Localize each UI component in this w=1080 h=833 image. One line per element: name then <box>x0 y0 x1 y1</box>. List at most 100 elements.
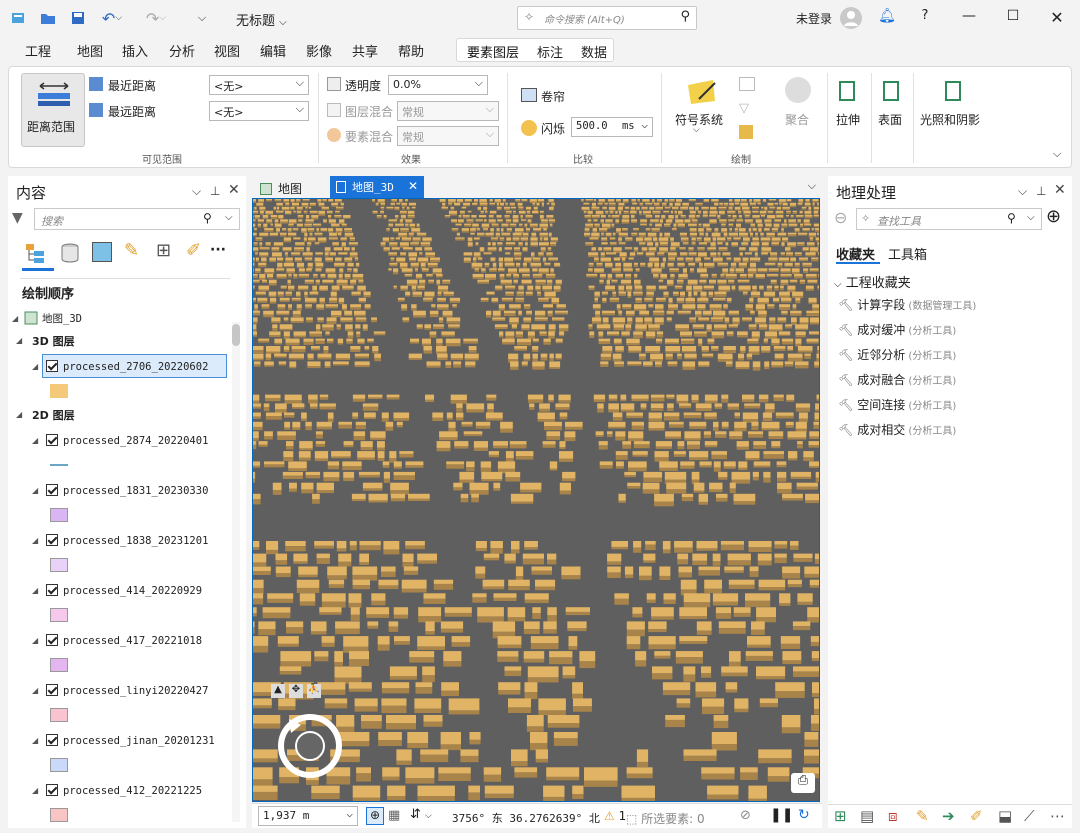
expand-layer-icon[interactable]: ◢ <box>32 486 38 495</box>
tab-view[interactable]: 视图 <box>214 41 240 61</box>
layer-visibility-checkbox[interactable] <box>46 734 58 746</box>
list-by-editing-icon[interactable]: ✎ <box>124 240 139 261</box>
layer-visibility-checkbox[interactable] <box>46 484 58 496</box>
tab-labeling[interactable]: 标注 <box>537 42 563 62</box>
tab-map-view[interactable]: 地图 <box>256 178 326 198</box>
redo-icon[interactable]: ↷ ⌵ <box>142 8 170 28</box>
avatar[interactable] <box>840 7 862 29</box>
open-folder-icon[interactable] <box>38 8 58 28</box>
login-status[interactable]: 未登录 <box>796 10 832 27</box>
selected-features-indicator[interactable]: ⬚ 所选要素: 0 <box>626 810 705 827</box>
person-view-icon[interactable]: ⛹ <box>307 684 321 698</box>
farthest-distance-select[interactable]: <无> <box>209 101 309 121</box>
scale-select[interactable]: 1,937 m <box>258 806 358 826</box>
lighting-shadow-button[interactable]: 光照和阴影 <box>920 111 980 128</box>
add-icon[interactable]: ⊕ <box>1046 206 1061 227</box>
distance-range-button[interactable]: 距离范围 <box>21 73 85 147</box>
flicker-interval-input[interactable]: 500.0 ms <box>571 117 653 137</box>
tab-list-dropdown-icon[interactable]: ⌵ <box>808 179 816 193</box>
expand-layer-icon[interactable]: ◢ <box>32 536 38 545</box>
tool-item[interactable]: 🔨︎ 计算字段 (数据管理工具) <box>838 296 976 313</box>
grid-icon[interactable]: ▦ <box>388 808 400 823</box>
tool-item[interactable]: 🔨︎ 成对融合 (分析工具) <box>838 371 956 388</box>
layer-blend-select[interactable]: 常规 <box>397 101 499 121</box>
navigation-controls[interactable]: ▲ ✥ ⛹ <box>271 677 351 698</box>
scrollbar-thumb[interactable] <box>232 324 240 346</box>
navigator-compass-icon[interactable] <box>275 711 345 781</box>
layer-visibility-checkbox[interactable] <box>46 534 58 546</box>
layer-visibility-checkbox[interactable] <box>46 634 58 646</box>
layer-row[interactable]: processed_2874_20220401 <box>46 434 208 447</box>
create-features-icon[interactable]: ⟋ <box>1024 807 1035 825</box>
tool-item[interactable]: 🔨︎ 近邻分析 (分析工具) <box>838 346 956 363</box>
tab-project[interactable]: 工程 <box>25 41 51 61</box>
extrude-button[interactable]: 拉伸 <box>836 111 860 128</box>
notification-bell-icon[interactable]: 🔔︎ <box>876 8 898 28</box>
layer-row[interactable]: processed_linyi20220427 <box>46 684 208 697</box>
expand-layer-icon[interactable]: ◢ <box>32 686 38 695</box>
customize-toolbar-icon[interactable]: ⌵ <box>192 8 212 28</box>
attribution-icon[interactable]: ⎙ <box>791 773 815 793</box>
symbology-dropdown-icon[interactable]: ⌵ <box>693 125 700 135</box>
layer-row[interactable]: processed_jinan_20201231 <box>46 734 215 747</box>
filter-icon[interactable]: ▼ <box>12 210 23 226</box>
clear-selection-icon[interactable]: ⊘ <box>740 808 751 823</box>
pin-icon[interactable]: ⊥ <box>210 184 220 198</box>
layer-row[interactable]: processed_414_20220929 <box>46 584 202 597</box>
expand-map-icon[interactable]: ◢ <box>12 314 18 323</box>
contents-search-input[interactable]: 搜索 ⚲ ⌵ <box>34 208 240 230</box>
tab-map-3d-view[interactable]: 地图_3D ✕ <box>330 176 424 198</box>
tab-help[interactable]: 帮助 <box>398 41 424 61</box>
refresh-icon[interactable]: ↻ <box>798 807 810 823</box>
list-by-selection-icon[interactable] <box>92 242 112 262</box>
expand-3d-group-icon[interactable]: ◢ <box>16 336 22 345</box>
warnings-indicator[interactable]: ⚠ 1 <box>604 809 626 823</box>
edit-pane-icon[interactable]: ✎ <box>916 807 929 825</box>
tab-edit[interactable]: 编辑 <box>260 41 286 61</box>
pause-drawing-icon[interactable]: ❚❚ <box>770 807 793 823</box>
document-title[interactable]: 无标题 ⌵ <box>236 10 287 29</box>
pane-options-icon[interactable]: ⌵ <box>1018 184 1027 199</box>
toolbox-icon[interactable]: ⧈ <box>888 807 898 825</box>
more-options-icon[interactable]: ··· <box>210 242 226 258</box>
aggregation-button[interactable]: 聚合 <box>785 111 809 128</box>
layer-row[interactable]: processed_417_20221018 <box>46 634 202 647</box>
list-by-drawing-order-icon[interactable] <box>24 242 46 264</box>
more-panes-icon[interactable]: ⋯ <box>1050 807 1065 825</box>
tab-imagery[interactable]: 影像 <box>306 41 332 61</box>
undo-icon[interactable]: ↶ ⌵ <box>98 8 126 28</box>
layer-row[interactable]: processed_412_20221225 <box>46 784 202 797</box>
tool-item[interactable]: 🔨︎ 成对缓冲 (分析工具) <box>838 321 956 338</box>
close-window-button[interactable]: ✕ <box>1046 8 1068 28</box>
layer-row[interactable]: processed_1831_20230330 <box>46 484 208 497</box>
expand-layer-icon[interactable]: ◢ <box>32 586 38 595</box>
nearest-distance-select[interactable]: <无> <box>209 75 309 95</box>
expand-layer-icon[interactable]: ◢ <box>32 736 38 745</box>
tool-item[interactable]: 🔨︎ 空间连接 (分析工具) <box>838 396 956 413</box>
ortho-icon[interactable] <box>739 125 753 139</box>
tab-favorites[interactable]: 收藏夹 <box>836 244 875 263</box>
full-extent-icon[interactable]: ✥ <box>289 684 303 698</box>
pane-options-icon[interactable]: ⌵ <box>192 184 201 199</box>
arrow-icon[interactable]: ➔ <box>942 807 955 825</box>
expand-layer-icon[interactable]: ◢ <box>32 436 38 445</box>
layer-visibility-checkbox[interactable] <box>46 784 58 796</box>
swipe-button[interactable]: 卷帘 <box>541 88 565 105</box>
minimize-button[interactable]: — <box>958 8 980 28</box>
surface-button[interactable]: 表面 <box>878 111 902 128</box>
tab-insert[interactable]: 插入 <box>122 41 148 61</box>
close-icon[interactable]: ✕ <box>1054 182 1066 198</box>
modify-features-icon[interactable]: ⬓ <box>998 807 1012 825</box>
feature-blend-select[interactable]: 常规 <box>397 126 499 146</box>
layer-row[interactable]: processed_1838_20231201 <box>46 534 208 547</box>
tab-data[interactable]: 数据 <box>581 42 607 62</box>
layer-visibility-checkbox[interactable] <box>46 584 58 596</box>
fixed-zoom-icon[interactable]: ⊕ <box>366 807 384 825</box>
list-by-snapping-icon[interactable]: ⊞ <box>156 240 171 261</box>
expand-2d-group-icon[interactable]: ◢ <box>16 410 22 419</box>
symbology-pane-icon[interactable]: ▤ <box>860 807 874 825</box>
catalog-icon[interactable]: ⊞ <box>834 807 847 825</box>
ribbon-collapse-icon[interactable]: ⌵ <box>1053 147 1061 161</box>
scene-view[interactable]: ▲ ✥ ⛹ ⎙ <box>252 198 820 802</box>
scrollbar-track[interactable] <box>232 322 240 822</box>
